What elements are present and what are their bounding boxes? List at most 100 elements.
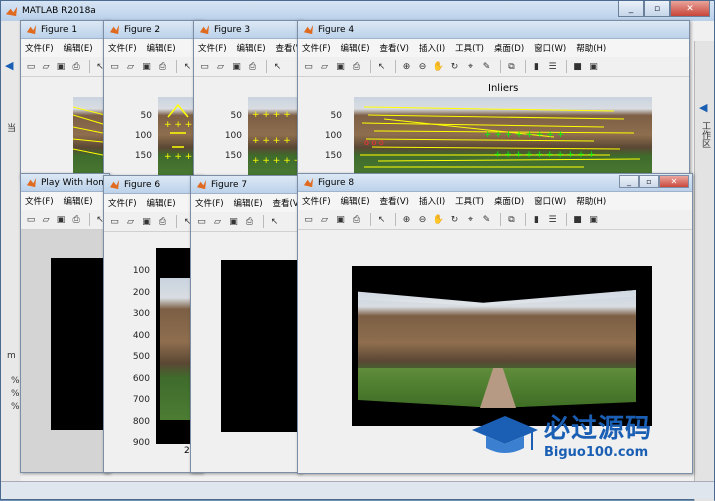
rotate-icon[interactable]: ↻ xyxy=(448,213,461,226)
new-file-icon[interactable]: ▭ xyxy=(302,213,315,226)
pointer-icon[interactable]: ↖ xyxy=(271,60,284,73)
menu-window[interactable]: 窗口(W) xyxy=(534,195,566,207)
figure-7-window[interactable]: Figure 7 文件(F) 编辑(E) 查看(V) ▭ ▱ ▣ ⎙ ↖ xyxy=(190,175,302,473)
save-icon[interactable]: ▣ xyxy=(55,213,67,226)
new-file-icon[interactable]: ▭ xyxy=(198,60,211,73)
new-file-icon[interactable]: ▭ xyxy=(108,215,121,228)
print-icon[interactable]: ⎙ xyxy=(350,60,363,73)
maximize-button[interactable]: ▫ xyxy=(644,1,670,17)
menu-edit[interactable]: 编辑(E) xyxy=(237,42,266,54)
matlab-title-bar[interactable]: MATLAB R2018a xyxy=(1,1,714,21)
link-plot-icon[interactable]: ⧉ xyxy=(505,60,518,73)
brush-icon[interactable]: ✎ xyxy=(480,213,493,226)
menu-view[interactable]: 查看(V) xyxy=(380,42,409,54)
legend-icon[interactable]: ☰ xyxy=(546,213,559,226)
open-folder-icon[interactable]: ▱ xyxy=(40,60,52,73)
workspace-label[interactable]: 工作区 xyxy=(699,121,712,148)
minimize-button[interactable]: _ xyxy=(619,175,639,188)
pointer-icon[interactable]: ↖ xyxy=(375,213,388,226)
open-folder-icon[interactable]: ▱ xyxy=(124,60,137,73)
figure-title-bar[interactable]: Figure 6 xyxy=(104,176,202,194)
pointer-icon[interactable]: ↖ xyxy=(268,215,281,228)
colorbar-icon[interactable]: ▮ xyxy=(530,213,543,226)
menu-file[interactable]: 文件(F) xyxy=(25,195,54,207)
show-plot-tools-icon[interactable]: ▣ xyxy=(587,213,600,226)
save-icon[interactable]: ▣ xyxy=(334,213,347,226)
minimize-button[interactable]: _ xyxy=(618,1,644,17)
menu-edit[interactable]: 编辑(E) xyxy=(341,42,370,54)
menu-insert[interactable]: 插入(I) xyxy=(419,195,445,207)
link-plot-icon[interactable]: ⧉ xyxy=(505,213,518,226)
open-folder-icon[interactable]: ▱ xyxy=(40,213,52,226)
save-icon[interactable]: ▣ xyxy=(140,215,153,228)
legend-icon[interactable]: ☰ xyxy=(546,60,559,73)
save-icon[interactable]: ▣ xyxy=(230,60,243,73)
zoom-out-icon[interactable]: ⊖ xyxy=(416,60,429,73)
menu-edit[interactable]: 编辑(E) xyxy=(147,42,176,54)
figure-title-bar[interactable]: Figure 4 xyxy=(298,21,689,39)
menu-help[interactable]: 帮助(H) xyxy=(576,195,606,207)
menu-desktop[interactable]: 桌面(D) xyxy=(494,42,524,54)
close-button[interactable]: ✕ xyxy=(659,175,689,188)
data-cursor-icon[interactable]: ⌖ xyxy=(464,213,477,226)
figure-2-window[interactable]: Figure 2 文件(F) 编辑(E) ▭ ▱ ▣ ⎙ ↖ 50 100 15… xyxy=(103,20,203,180)
menu-desktop[interactable]: 桌面(D) xyxy=(494,195,524,207)
figure-6-window[interactable]: Figure 6 文件(F) 编辑(E) ▭ ▱ ▣ ⎙ ↖ 100 200 3… xyxy=(103,175,203,473)
menu-file[interactable]: 文件(F) xyxy=(198,42,227,54)
figure-3-window[interactable]: Figure 3 文件(F) 编辑(E) 查看(V) ▭ ▱ ▣ ⎙ ↖ 50 … xyxy=(193,20,303,180)
close-button[interactable]: ✕ xyxy=(670,1,710,17)
menu-file[interactable]: 文件(F) xyxy=(108,42,137,54)
save-icon[interactable]: ▣ xyxy=(140,60,153,73)
menu-edit[interactable]: 编辑(E) xyxy=(341,195,370,207)
maximize-button[interactable]: ▫ xyxy=(639,175,659,188)
pan-icon[interactable]: ✋ xyxy=(432,213,445,226)
save-icon[interactable]: ▣ xyxy=(334,60,347,73)
open-folder-icon[interactable]: ▱ xyxy=(211,215,224,228)
open-folder-icon[interactable]: ▱ xyxy=(124,215,137,228)
menu-file[interactable]: 文件(F) xyxy=(108,197,137,209)
hide-plot-tools-icon[interactable]: ■ xyxy=(571,60,584,73)
zoom-out-icon[interactable]: ⊖ xyxy=(416,213,429,226)
new-file-icon[interactable]: ▭ xyxy=(25,60,37,73)
print-icon[interactable]: ⎙ xyxy=(70,213,82,226)
print-icon[interactable]: ⎙ xyxy=(243,215,256,228)
menu-edit[interactable]: 编辑(E) xyxy=(147,197,176,209)
menu-window[interactable]: 窗口(W) xyxy=(534,42,566,54)
print-icon[interactable]: ⎙ xyxy=(70,60,82,73)
brush-icon[interactable]: ✎ xyxy=(480,60,493,73)
menu-help[interactable]: 帮助(H) xyxy=(576,42,606,54)
new-file-icon[interactable]: ▭ xyxy=(108,60,121,73)
menu-file[interactable]: 文件(F) xyxy=(302,195,331,207)
new-file-icon[interactable]: ▭ xyxy=(25,213,37,226)
right-arrow-icon[interactable]: ◀ xyxy=(699,101,707,114)
colorbar-icon[interactable]: ▮ xyxy=(530,60,543,73)
new-file-icon[interactable]: ▭ xyxy=(302,60,315,73)
menu-file[interactable]: 文件(F) xyxy=(195,197,224,209)
figure-title-bar[interactable]: Figure 1 xyxy=(21,21,109,39)
print-icon[interactable]: ⎙ xyxy=(156,60,169,73)
open-folder-icon[interactable]: ▱ xyxy=(318,60,331,73)
rotate-icon[interactable]: ↻ xyxy=(448,60,461,73)
menu-insert[interactable]: 插入(I) xyxy=(419,42,445,54)
pan-icon[interactable]: ✋ xyxy=(432,60,445,73)
menu-file[interactable]: 文件(F) xyxy=(25,42,54,54)
figure-title-bar[interactable]: Figure 2 xyxy=(104,21,202,39)
print-icon[interactable]: ⎙ xyxy=(246,60,259,73)
print-icon[interactable]: ⎙ xyxy=(156,215,169,228)
play-with-homography-window[interactable]: Play With Hom 文件(F) 编辑(E) ▭ ▱ ▣ ⎙ ↖ xyxy=(20,173,110,473)
open-folder-icon[interactable]: ▱ xyxy=(214,60,227,73)
menu-file[interactable]: 文件(F) xyxy=(302,42,331,54)
menu-edit[interactable]: 编辑(E) xyxy=(64,42,93,54)
new-file-icon[interactable]: ▭ xyxy=(195,215,208,228)
menu-edit[interactable]: 编辑(E) xyxy=(234,197,263,209)
open-folder-icon[interactable]: ▱ xyxy=(318,213,331,226)
menu-view[interactable]: 查看(V) xyxy=(380,195,409,207)
show-plot-tools-icon[interactable]: ▣ xyxy=(587,60,600,73)
menu-tools[interactable]: 工具(T) xyxy=(455,42,484,54)
menu-edit[interactable]: 编辑(E) xyxy=(64,195,93,207)
figure-4-window[interactable]: Figure 4 文件(F) 编辑(E) 查看(V) 插入(I) 工具(T) 桌… xyxy=(297,20,690,180)
menu-tools[interactable]: 工具(T) xyxy=(455,195,484,207)
figure-title-bar[interactable]: Figure 7 xyxy=(191,176,301,194)
pointer-icon[interactable]: ↖ xyxy=(375,60,388,73)
save-icon[interactable]: ▣ xyxy=(227,215,240,228)
